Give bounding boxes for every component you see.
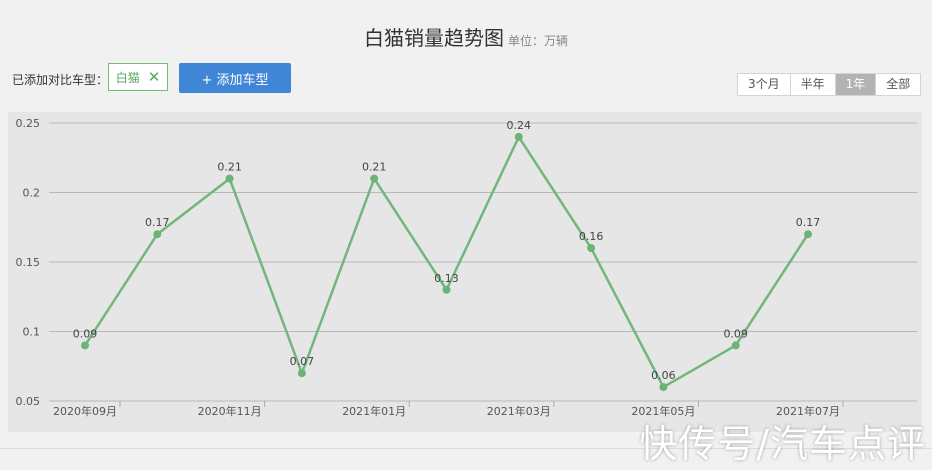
data-label: 0.09 <box>723 327 748 340</box>
watermark: 快传号/汽车点评 <box>639 422 926 466</box>
data-point <box>225 174 234 183</box>
data-label: 0.09 <box>73 327 98 340</box>
data-point <box>297 369 306 378</box>
data-label: 0.16 <box>579 230 604 243</box>
y-tick-label: 0.2 <box>23 187 41 200</box>
data-point <box>153 230 162 239</box>
x-tick-label: 2020年09月 <box>53 404 117 418</box>
y-tick-label: 0.15 <box>16 256 41 269</box>
data-point <box>731 341 740 350</box>
data-label: 0.21 <box>217 161 242 174</box>
data-point <box>370 174 379 183</box>
line-chart: 0.25 0.2 0.15 0.1 0.05 2020年09月 2020年11月 2021年0… <box>16 117 917 418</box>
x-tick-label: 2021年03月 <box>487 404 551 418</box>
data-label: 0.07 <box>290 355 315 368</box>
data-label: 0.17 <box>796 216 821 229</box>
data-point <box>514 132 523 141</box>
data-point <box>659 383 668 392</box>
data-label: 0.24 <box>507 119 532 132</box>
data-label: 0.06 <box>651 369 676 382</box>
x-tick-label: 2021年01月 <box>342 404 406 418</box>
y-tick-label: 0.25 <box>16 117 41 130</box>
x-tick-label: 2020年11月 <box>198 404 262 418</box>
y-tick-label: 0.1 <box>23 326 41 339</box>
y-tick-label: 0.05 <box>16 395 41 408</box>
data-label: 0.13 <box>434 272 459 285</box>
data-point <box>587 244 596 253</box>
data-point <box>804 230 812 239</box>
data-label: 0.17 <box>145 216 170 229</box>
data-point <box>81 341 89 350</box>
data-point <box>442 285 451 294</box>
data-label: 0.21 <box>362 161 387 174</box>
